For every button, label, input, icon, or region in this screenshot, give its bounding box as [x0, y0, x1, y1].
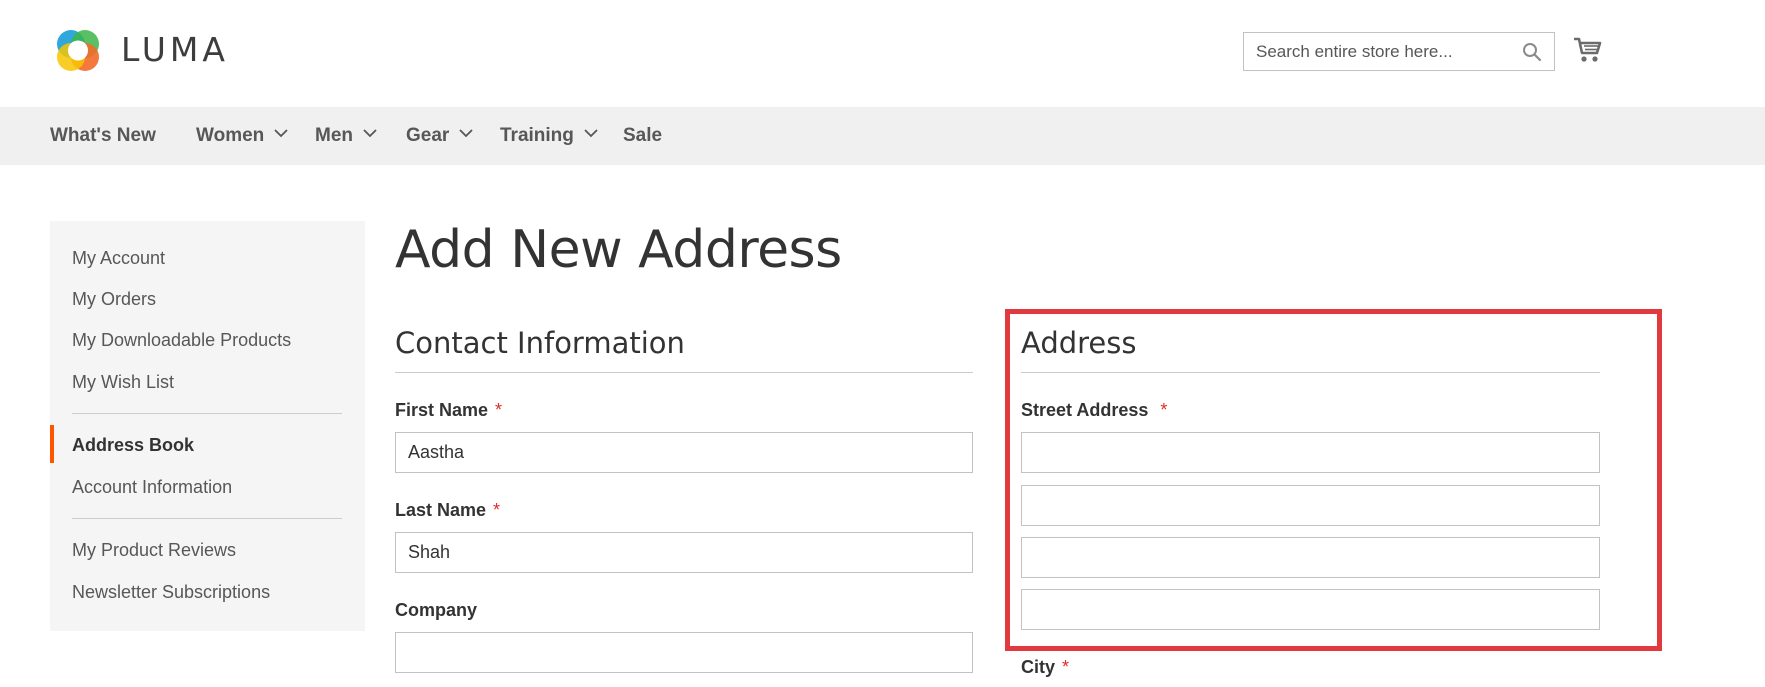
sidebar-divider — [72, 413, 342, 414]
street-address-label: Street Address * — [1021, 400, 1167, 421]
city-label: City * — [1021, 657, 1069, 678]
last-name-field[interactable] — [395, 532, 973, 573]
nav-item-training[interactable]: Training — [500, 107, 598, 165]
nav-item-label: What's New — [50, 125, 156, 146]
chevron-down-icon — [584, 129, 598, 138]
page-title: Add New Address — [395, 220, 842, 280]
chevron-down-icon — [274, 129, 288, 138]
section-divider — [395, 372, 973, 373]
nav-item-label: Gear — [406, 125, 450, 146]
nav-item-sale[interactable]: Sale — [623, 107, 662, 165]
last-name-label: Last Name * — [395, 500, 500, 521]
luma-logo[interactable]: LUMA — [50, 22, 229, 77]
sidebar-item-address-book[interactable]: Address Book — [72, 435, 194, 456]
main-navigation: What's New Women Men Gear Training Sale — [0, 107, 1765, 165]
street-address-line-2[interactable] — [1021, 485, 1600, 526]
required-marker: * — [493, 500, 501, 520]
required-marker: * — [495, 400, 503, 420]
sidebar-item-my-orders[interactable]: My Orders — [72, 289, 156, 310]
search-icon[interactable] — [1522, 42, 1542, 62]
first-name-field[interactable] — [395, 432, 973, 473]
sidebar-item-my-account[interactable]: My Account — [72, 248, 165, 269]
street-address-line-4[interactable] — [1021, 589, 1600, 630]
required-marker: * — [1160, 400, 1168, 420]
required-marker: * — [1062, 657, 1070, 677]
sidebar-item-my-product-reviews[interactable]: My Product Reviews — [72, 540, 236, 561]
nav-item-label: Women — [196, 125, 265, 146]
city-label-text: City — [1021, 657, 1056, 677]
street-address-label-text: Street Address — [1021, 400, 1149, 420]
first-name-label: First Name * — [395, 400, 502, 421]
luma-logo-icon — [57, 29, 99, 71]
nav-item-label: Sale — [623, 125, 663, 146]
cart-icon[interactable] — [1573, 36, 1603, 64]
last-name-label-text: Last Name — [395, 500, 487, 520]
company-label-text: Company — [395, 600, 478, 620]
account-sidebar: My Account My Orders My Downloadable Pro… — [50, 221, 365, 631]
address-section-title: Address — [1021, 326, 1137, 360]
sidebar-item-my-wish-list[interactable]: My Wish List — [72, 372, 174, 393]
sidebar-item-newsletter-subscriptions[interactable]: Newsletter Subscriptions — [72, 582, 270, 603]
search-input[interactable] — [1244, 33, 1524, 70]
street-address-line-1[interactable] — [1021, 432, 1600, 473]
section-divider — [1021, 372, 1600, 373]
nav-item-gear[interactable]: Gear — [406, 107, 473, 165]
chevron-down-icon — [363, 129, 377, 138]
company-field[interactable] — [395, 632, 973, 673]
company-label: Company — [395, 600, 477, 621]
sidebar-item-my-downloadable-products[interactable]: My Downloadable Products — [72, 330, 291, 351]
nav-item-label: Men — [315, 125, 353, 146]
active-indicator — [50, 425, 54, 463]
nav-item-women[interactable]: Women — [196, 107, 288, 165]
search-box — [1243, 32, 1555, 71]
sidebar-item-account-information[interactable]: Account Information — [72, 477, 232, 498]
nav-item-whats-new[interactable]: What's New — [50, 107, 156, 165]
nav-item-men[interactable]: Men — [315, 107, 377, 165]
nav-item-label: Training — [500, 125, 574, 146]
logo-text: LUMA — [121, 30, 229, 69]
street-address-line-3[interactable] — [1021, 537, 1600, 578]
sidebar-divider — [72, 518, 342, 519]
first-name-label-text: First Name — [395, 400, 489, 420]
contact-section-title: Contact Information — [395, 326, 685, 360]
chevron-down-icon — [459, 129, 473, 138]
